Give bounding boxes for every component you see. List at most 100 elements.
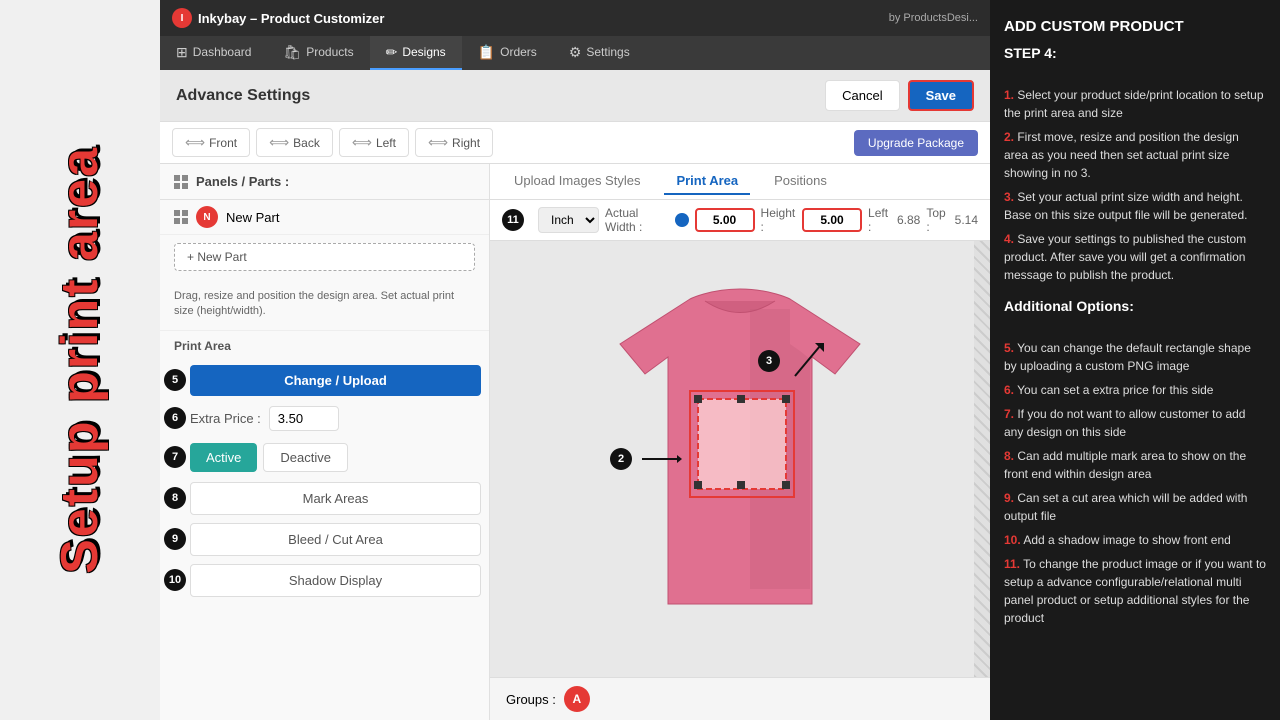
nav-tabs: ⊞ Dashboard 🛍 Products ✏ Designs 📋 Order… xyxy=(160,36,990,70)
nav-tab-settings-label: Settings xyxy=(586,45,629,59)
orders-icon: 📋 xyxy=(478,44,495,61)
nav-tab-designs-label: Designs xyxy=(402,45,445,59)
active-toggle-row: 7 Active Deactive xyxy=(160,439,489,476)
canvas-viewport: 2 3 xyxy=(490,241,990,677)
add-part-button[interactable]: + New Part xyxy=(174,243,475,271)
side-tab-front-label: Front xyxy=(209,136,237,150)
bleed-cut-row: 9 Bleed / Cut Area xyxy=(160,521,489,558)
grid-icon xyxy=(174,175,188,189)
print-area-label: Print Area xyxy=(174,339,231,353)
annotation-8: 8 xyxy=(164,487,186,509)
nav-tab-orders[interactable]: 📋 Orders xyxy=(462,36,553,70)
side-tab-left-label: Left xyxy=(376,136,396,150)
change-upload-button[interactable]: Change / Upload xyxy=(190,365,481,396)
annotation-6: 6 xyxy=(164,407,186,429)
print-area-section: Print Area xyxy=(160,333,489,359)
side-tab-front[interactable]: ⟺ Front xyxy=(172,128,250,157)
side-tab-back[interactable]: ⟺ Back xyxy=(256,128,333,157)
right-icon: ⟺ xyxy=(428,134,448,151)
add-step-5: 5. You can change the default rectangle … xyxy=(1004,339,1266,375)
main-content: I Inkybay – Product Customizer by Produc… xyxy=(160,0,990,720)
top-bar: I Inkybay – Product Customizer by Produc… xyxy=(160,0,990,36)
extra-price-input[interactable] xyxy=(269,406,339,431)
annotation-9: 9 xyxy=(164,528,186,550)
active-button[interactable]: Active xyxy=(190,443,257,472)
ruler-right xyxy=(974,241,990,677)
side-tabs: ⟺ Front ⟺ Back ⟺ Left ⟺ Right Upgrade Pa… xyxy=(160,122,990,164)
mark-areas-row: 8 Mark Areas xyxy=(160,480,489,517)
cancel-button[interactable]: Cancel xyxy=(825,80,899,111)
nav-tab-products[interactable]: 🛍 Products xyxy=(267,36,369,70)
side-tab-back-label: Back xyxy=(293,136,320,150)
tshirt-svg xyxy=(550,279,930,639)
shadow-display-row: 10 Shadow Display xyxy=(160,562,489,599)
nav-tab-dashboard-label: Dashboard xyxy=(193,45,252,59)
nav-tab-dashboard[interactable]: ⊞ Dashboard xyxy=(160,36,267,70)
front-icon: ⟺ xyxy=(185,134,205,151)
nav-tab-settings[interactable]: ⚙ Settings xyxy=(553,36,646,70)
top-label: Top : xyxy=(926,206,948,234)
right-panel: ADD CUSTOM PRODUCT STEP 4: 1. Select you… xyxy=(990,0,1280,720)
settings-nav-icon: ⚙ xyxy=(569,44,582,61)
left-label: Left : xyxy=(868,206,891,234)
panels-parts-header: Panels / Parts : xyxy=(160,164,489,200)
upgrade-package-button[interactable]: Upgrade Package xyxy=(854,130,978,156)
designs-icon: ✏ xyxy=(386,44,398,61)
step-4: 4. Save your settings to published the c… xyxy=(1004,230,1266,284)
side-tab-left[interactable]: ⟺ Left xyxy=(339,128,409,157)
canvas-tabs: Upload Images Styles Print Area Position… xyxy=(490,164,990,200)
additional-heading: Additional Options: xyxy=(1004,296,1266,317)
settings-panel: Advance Settings Cancel Save ⟺ Front ⟺ B… xyxy=(160,70,990,720)
left-icon: ⟺ xyxy=(352,134,372,151)
additional-options: Additional Options: 5. You can change th… xyxy=(1004,296,1266,627)
width-input[interactable] xyxy=(695,208,755,232)
panels-parts-label: Panels / Parts : xyxy=(196,174,289,189)
size-controls: 11 Inch cm Actual Width : Height : Left … xyxy=(490,200,990,241)
bleed-cut-button[interactable]: Bleed / Cut Area xyxy=(190,523,481,556)
tutorial-text: Setup print area xyxy=(54,146,106,574)
right-panel-heading2: STEP 4: xyxy=(1004,43,1266,64)
tab-upload-images[interactable]: Upload Images Styles xyxy=(502,168,652,195)
side-tab-right[interactable]: ⟺ Right xyxy=(415,128,493,157)
settings-header: Advance Settings Cancel Save xyxy=(160,70,990,122)
change-upload-row: 5 Change / Upload xyxy=(160,363,489,398)
app-title: Inkybay – Product Customizer xyxy=(198,11,384,26)
step-3: 3. Set your actual print size width and … xyxy=(1004,188,1266,224)
logo-icon: I xyxy=(172,8,192,28)
shadow-display-button[interactable]: Shadow Display xyxy=(190,564,481,597)
extra-price-row: 6 Extra Price : xyxy=(160,402,489,435)
annotation-11: 11 xyxy=(502,209,524,231)
nav-tab-designs[interactable]: ✏ Designs xyxy=(370,36,462,70)
step-2: 2. First move, resize and position the d… xyxy=(1004,128,1266,182)
dashboard-icon: ⊞ xyxy=(176,44,188,61)
add-step-6: 6. You can set a extra price for this si… xyxy=(1004,381,1266,399)
add-step-7: 7. If you do not want to allow customer … xyxy=(1004,405,1266,441)
top-value: 5.14 xyxy=(955,213,978,227)
canvas-area: Upload Images Styles Print Area Position… xyxy=(490,164,990,720)
extra-price-label: Extra Price : xyxy=(190,411,261,426)
part-name: New Part xyxy=(226,210,279,225)
deactive-button[interactable]: Deactive xyxy=(263,443,348,472)
right-panel-heading1: ADD CUSTOM PRODUCT xyxy=(1004,16,1266,39)
tab-print-area[interactable]: Print Area xyxy=(664,168,750,195)
mark-areas-button[interactable]: Mark Areas xyxy=(190,482,481,515)
nav-tab-products-label: Products xyxy=(306,45,353,59)
tab-positions[interactable]: Positions xyxy=(762,168,839,195)
add-step-9: 9. Can set a cut area which will be adde… xyxy=(1004,489,1266,525)
height-input[interactable] xyxy=(802,208,862,232)
part-avatar: N xyxy=(196,206,218,228)
nav-tab-orders-label: Orders xyxy=(500,45,537,59)
app-logo: I Inkybay – Product Customizer xyxy=(172,8,384,28)
add-step-11: 11. To change the product image or if yo… xyxy=(1004,555,1266,627)
drag-handle-icon xyxy=(174,210,188,224)
group-avatar[interactable]: A xyxy=(564,686,590,712)
back-icon: ⟺ xyxy=(269,134,289,151)
groups-label: Groups : xyxy=(506,692,556,707)
save-button[interactable]: Save xyxy=(908,80,974,111)
content-row: Panels / Parts : N New Part + New Part D… xyxy=(160,164,990,720)
tutorial-sidebar: Setup print area xyxy=(0,0,160,720)
annotation-7: 7 xyxy=(164,446,186,468)
left-value: 6.88 xyxy=(897,213,920,227)
height-label: Height : xyxy=(761,206,797,234)
unit-select[interactable]: Inch cm xyxy=(538,207,599,233)
